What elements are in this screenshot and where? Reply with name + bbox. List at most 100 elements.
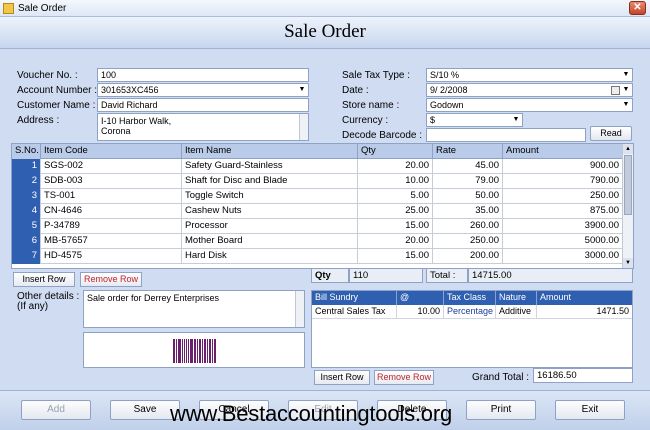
col-bill-sundry: Bill Sundry xyxy=(312,291,397,305)
currency-value: $ xyxy=(430,115,436,125)
store-label: Store name : xyxy=(342,100,400,111)
qty-cell[interactable]: 25.00 xyxy=(358,204,433,219)
address-label: Address : xyxy=(17,115,60,126)
table-row[interactable]: 7 HD-4575 Hard Disk 15.00 200.00 3000.00 xyxy=(12,249,623,264)
customer-input[interactable]: David Richard xyxy=(97,98,309,112)
read-button[interactable]: Read xyxy=(590,126,632,141)
row-sno: 3 xyxy=(12,189,41,204)
item-name-cell[interactable]: Toggle Switch xyxy=(182,189,358,204)
close-button[interactable]: ✕ xyxy=(629,1,646,15)
bill-amount-cell: 1471.50 xyxy=(537,305,632,319)
currency-label: Currency : xyxy=(342,115,389,126)
form-panel: Voucher No. : 100 Account Number : 30165… xyxy=(0,50,650,390)
table-row[interactable]: 5 P-34789 Processor 15.00 260.00 3900.00 xyxy=(12,219,623,234)
item-name-cell[interactable]: Hard Disk xyxy=(182,249,358,264)
exit-button[interactable]: Exit xyxy=(555,400,625,420)
address-line-1: I-10 Harbor Walk, xyxy=(101,116,172,126)
account-select[interactable]: 301653XC456 ▼ xyxy=(97,83,309,97)
item-name-cell[interactable]: Cashew Nuts xyxy=(182,204,358,219)
col-bill-amount: Amount xyxy=(540,292,572,302)
item-name-cell[interactable]: Shaft for Disc and Blade xyxy=(182,174,358,189)
item-code-cell[interactable]: SDB-003 xyxy=(41,174,182,189)
nature-cell[interactable]: Additive xyxy=(496,305,537,319)
table-row[interactable]: 6 MB-57657 Mother Board 20.00 250.00 500… xyxy=(12,234,623,249)
remove-row-button[interactable]: Remove Row xyxy=(80,272,142,287)
scroll-thumb[interactable] xyxy=(624,155,632,215)
table-row[interactable]: 1 SGS-002 Safety Guard-Stainless 20.00 4… xyxy=(12,159,623,174)
other-details-label: Other details : (If any) xyxy=(17,292,79,312)
table-row[interactable]: 2 SDB-003 Shaft for Disc and Blade 10.00… xyxy=(12,174,623,189)
rate-cell[interactable]: 10.00 xyxy=(397,305,444,319)
bill-remove-row-button[interactable]: Remove Row xyxy=(374,370,434,385)
col-item-name: Item Name xyxy=(182,144,358,159)
items-header-row: S.No. Item Code Item Name Qty Rate Amoun… xyxy=(12,144,623,159)
grand-total-label: Grand Total : xyxy=(472,372,530,383)
other-details-scrollbar[interactable] xyxy=(295,291,304,327)
address-scrollbar[interactable] xyxy=(299,114,308,140)
row-sno: 6 xyxy=(12,234,41,249)
date-value: 9/ 2/2008 xyxy=(430,85,468,95)
rate-cell[interactable]: 200.00 xyxy=(433,249,503,264)
qty-total-value: 110 xyxy=(349,268,423,283)
table-row[interactable]: Central Sales Tax 10.00 Percentage Addit… xyxy=(312,305,632,319)
rate-cell[interactable]: 45.00 xyxy=(433,159,503,174)
bill-sundry-cell[interactable]: Central Sales Tax xyxy=(312,305,397,319)
col-qty: Qty xyxy=(358,144,433,159)
voucher-input[interactable]: 100 xyxy=(97,68,309,82)
qty-cell[interactable]: 15.00 xyxy=(358,249,433,264)
items-table: S.No. Item Code Item Name Qty Rate Amoun… xyxy=(11,143,634,269)
item-code-cell[interactable]: MB-57657 xyxy=(41,234,182,249)
calendar-icon[interactable] xyxy=(611,86,620,95)
total-label: Total : xyxy=(426,268,468,283)
store-value: Godown xyxy=(430,100,464,110)
item-code-cell[interactable]: CN-4646 xyxy=(41,204,182,219)
decode-barcode-input[interactable] xyxy=(426,128,586,142)
total-value: 14715.00 xyxy=(468,268,633,283)
bill-header-row: Bill Sundry @ Tax Class Nature Amount xyxy=(312,291,632,305)
amount-cell: 3000.00 xyxy=(503,249,623,264)
address-input[interactable]: I-10 Harbor Walk, Corona xyxy=(97,113,309,141)
date-picker[interactable]: 9/ 2/2008 ▼ xyxy=(426,83,633,97)
scroll-down-icon[interactable]: ▼ xyxy=(623,258,633,268)
saletax-value: S/10 % xyxy=(430,70,460,80)
rate-cell[interactable]: 260.00 xyxy=(433,219,503,234)
item-code-cell[interactable]: P-34789 xyxy=(41,219,182,234)
item-code-cell[interactable]: SGS-002 xyxy=(41,159,182,174)
qty-total-label: Qty xyxy=(311,268,349,283)
items-scrollbar[interactable]: ▲ ▼ xyxy=(622,144,633,268)
amount-cell: 5000.00 xyxy=(503,234,623,249)
other-details-input[interactable]: Sale order for Derrey Enterprises xyxy=(83,290,305,328)
scroll-up-icon[interactable]: ▲ xyxy=(623,144,633,154)
currency-select[interactable]: $ ▼ xyxy=(426,113,523,127)
account-label: Account Number : xyxy=(17,85,98,96)
item-code-cell[interactable]: TS-001 xyxy=(41,189,182,204)
item-name-cell[interactable]: Safety Guard-Stainless xyxy=(182,159,358,174)
item-name-cell[interactable]: Processor xyxy=(182,219,358,234)
store-select[interactable]: Godown ▼ xyxy=(426,98,633,112)
saletax-select[interactable]: S/10 % ▼ xyxy=(426,68,633,82)
insert-row-button[interactable]: Insert Row xyxy=(13,272,75,287)
item-code-cell[interactable]: HD-4575 xyxy=(41,249,182,264)
rate-cell[interactable]: 79.00 xyxy=(433,174,503,189)
page-title: Sale Order xyxy=(284,21,366,42)
qty-cell[interactable]: 20.00 xyxy=(358,234,433,249)
rate-cell[interactable]: 35.00 xyxy=(433,204,503,219)
customer-label: Customer Name : xyxy=(17,100,96,111)
col-sno: S.No. xyxy=(12,144,41,159)
print-button[interactable]: Print xyxy=(466,400,536,420)
qty-cell[interactable]: 10.00 xyxy=(358,174,433,189)
qty-cell[interactable]: 5.00 xyxy=(358,189,433,204)
qty-cell[interactable]: 20.00 xyxy=(358,159,433,174)
add-button[interactable]: Add xyxy=(21,400,91,420)
table-row[interactable]: 4 CN-4646 Cashew Nuts 25.00 35.00 875.00 xyxy=(12,204,623,219)
amount-cell: 875.00 xyxy=(503,204,623,219)
account-value: 301653XC456 xyxy=(101,85,159,95)
table-row[interactable]: 3 TS-001 Toggle Switch 5.00 50.00 250.00 xyxy=(12,189,623,204)
tax-class-cell[interactable]: Percentage xyxy=(444,305,496,319)
col-nature: Nature xyxy=(496,291,537,305)
qty-cell[interactable]: 15.00 xyxy=(358,219,433,234)
rate-cell[interactable]: 50.00 xyxy=(433,189,503,204)
bill-insert-row-button[interactable]: Insert Row xyxy=(314,370,370,385)
item-name-cell[interactable]: Mother Board xyxy=(182,234,358,249)
rate-cell[interactable]: 250.00 xyxy=(433,234,503,249)
